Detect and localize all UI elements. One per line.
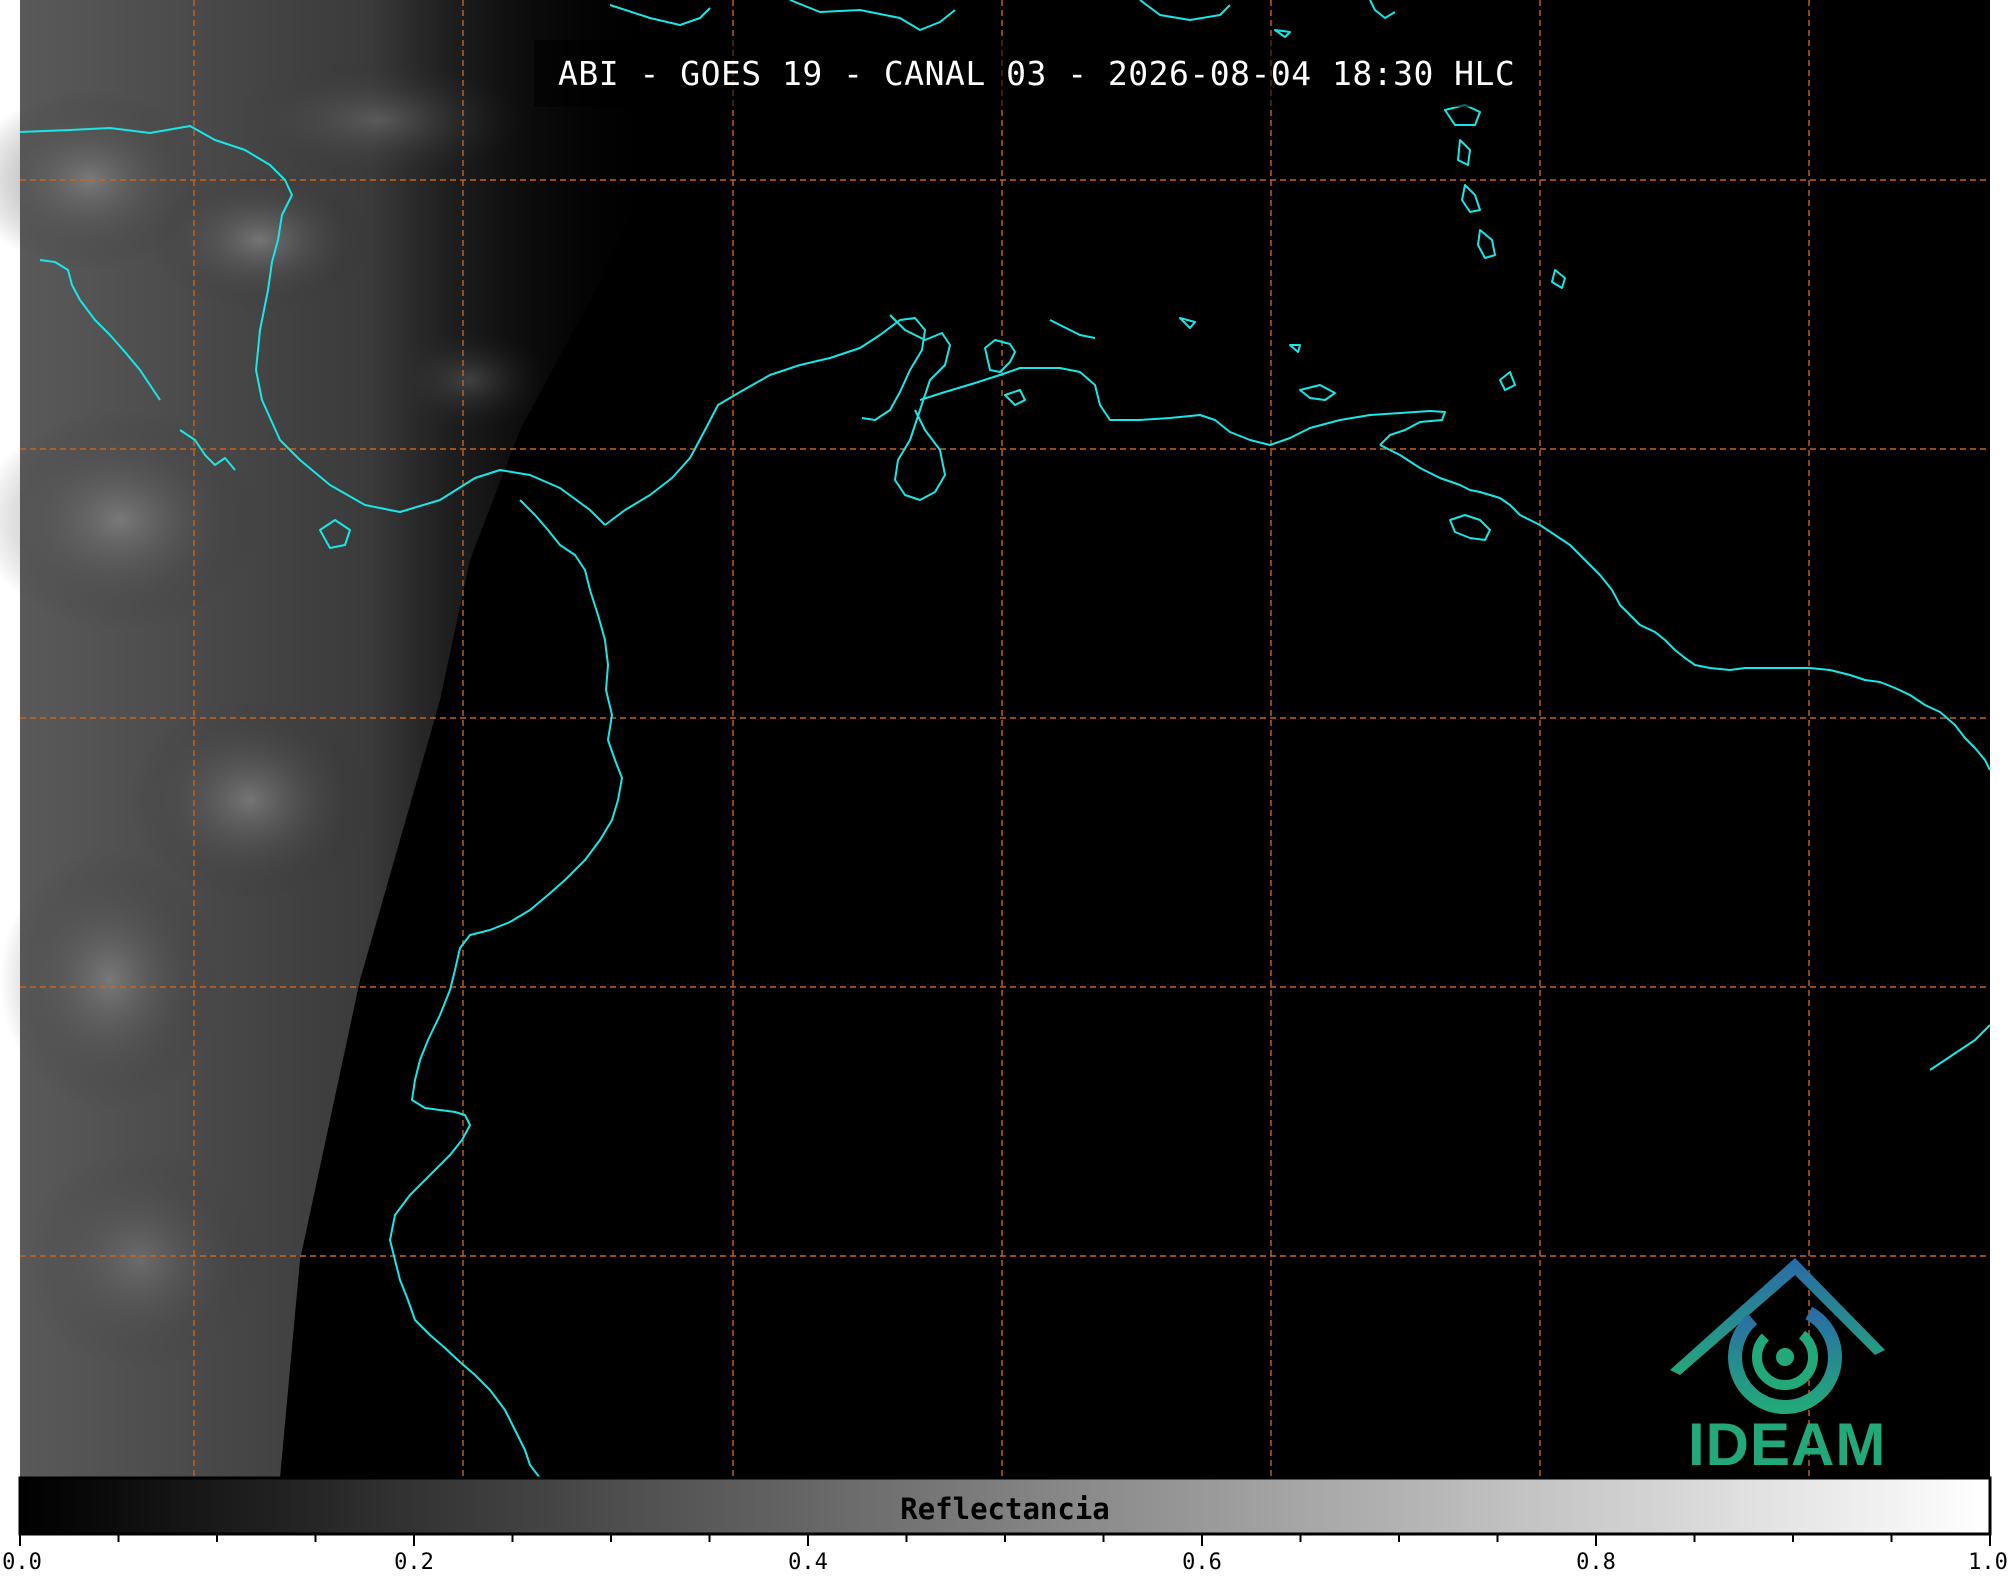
ideam-logo-text: IDEAM bbox=[1688, 1411, 1887, 1478]
colorbar-tick-label: 0.8 bbox=[1576, 1550, 1616, 1575]
colorbar-tick-label: 0.6 bbox=[1182, 1550, 1222, 1575]
colorbar-tick-label: 1.0 bbox=[1968, 1550, 2008, 1575]
map-title: ABI - GOES 19 - CANAL 03 - 2026-08-04 18… bbox=[534, 40, 1540, 107]
colorbar-label: Reflectancia bbox=[900, 1492, 1110, 1526]
colorbar-tick-label: 0.2 bbox=[394, 1550, 434, 1575]
colorbar-tick-label: 0.0 bbox=[2, 1550, 42, 1575]
colorbar-tick-label: 0.4 bbox=[788, 1550, 828, 1575]
satellite-map bbox=[0, 0, 1992, 1546]
